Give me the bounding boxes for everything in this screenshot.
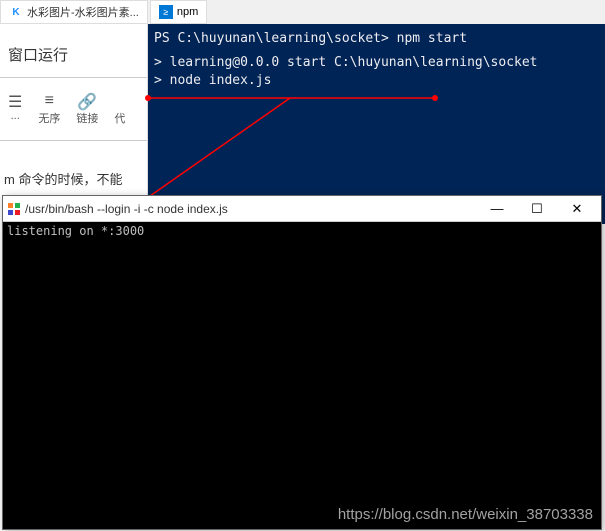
link-icon: 🔗	[77, 92, 97, 110]
tool-ordered[interactable]: ☰ ...	[0, 90, 30, 128]
tool-code[interactable]: 代	[106, 90, 133, 128]
minimize-button[interactable]: —	[477, 197, 517, 221]
tab-icon-k: K	[9, 5, 23, 19]
close-button[interactable]: ✕	[557, 197, 597, 221]
panel-title: 窗口运行	[0, 40, 147, 69]
tool-link[interactable]: 🔗 链接	[68, 90, 106, 128]
maximize-button[interactable]: ☐	[517, 197, 557, 221]
window-controls: — ☐ ✕	[477, 197, 597, 221]
bash-icon	[7, 202, 21, 216]
formatting-toolbar: ☰ ... ≡ 无序 🔗 链接 代	[0, 86, 147, 132]
list-icon: ☰	[8, 92, 22, 110]
watermark: https://blog.csdn.net/weixin_38703338	[338, 506, 593, 523]
bash-titlebar[interactable]: /usr/bin/bash --login -i -c node index.j…	[3, 196, 601, 222]
bullet-list-icon: ≡	[45, 92, 54, 110]
tab-npm[interactable]: ≥ npm	[150, 0, 207, 24]
bash-terminal-body[interactable]: listening on *:3000	[3, 222, 601, 529]
powershell-terminal[interactable]: PS C:\huyunan\learning\socket> npm start…	[148, 24, 605, 224]
ps-prompt-line: PS C:\huyunan\learning\socket> npm start	[154, 30, 599, 48]
tool-label: 无序	[38, 110, 60, 126]
tab-label: npm	[177, 6, 198, 18]
editor-left-panel: 窗口运行 ☰ ... ≡ 无序 🔗 链接 代 m 命令的时候，不能	[0, 24, 148, 224]
powershell-icon: ≥	[159, 5, 173, 19]
tab-label: 水彩图片-水彩图片素...	[27, 4, 139, 20]
tool-label: 代	[114, 110, 125, 126]
bash-terminal-window: /usr/bin/bash --login -i -c node index.j…	[2, 195, 602, 530]
tool-unordered[interactable]: ≡ 无序	[30, 90, 68, 128]
tool-label: 链接	[76, 110, 98, 126]
bash-title-text: /usr/bin/bash --login -i -c node index.j…	[25, 202, 477, 216]
ps-output-line: > learning@0.0.0 start C:\huyunan\learni…	[154, 54, 599, 72]
tool-label: ...	[11, 110, 20, 122]
bash-output-line: listening on *:3000	[7, 224, 597, 238]
browser-tabs: K 水彩图片-水彩图片素... ≥ npm	[0, 0, 605, 24]
divider	[0, 140, 147, 141]
tab-watercolor[interactable]: K 水彩图片-水彩图片素...	[0, 0, 148, 24]
ps-output-line: > node index.js	[154, 72, 599, 90]
divider	[0, 77, 147, 78]
